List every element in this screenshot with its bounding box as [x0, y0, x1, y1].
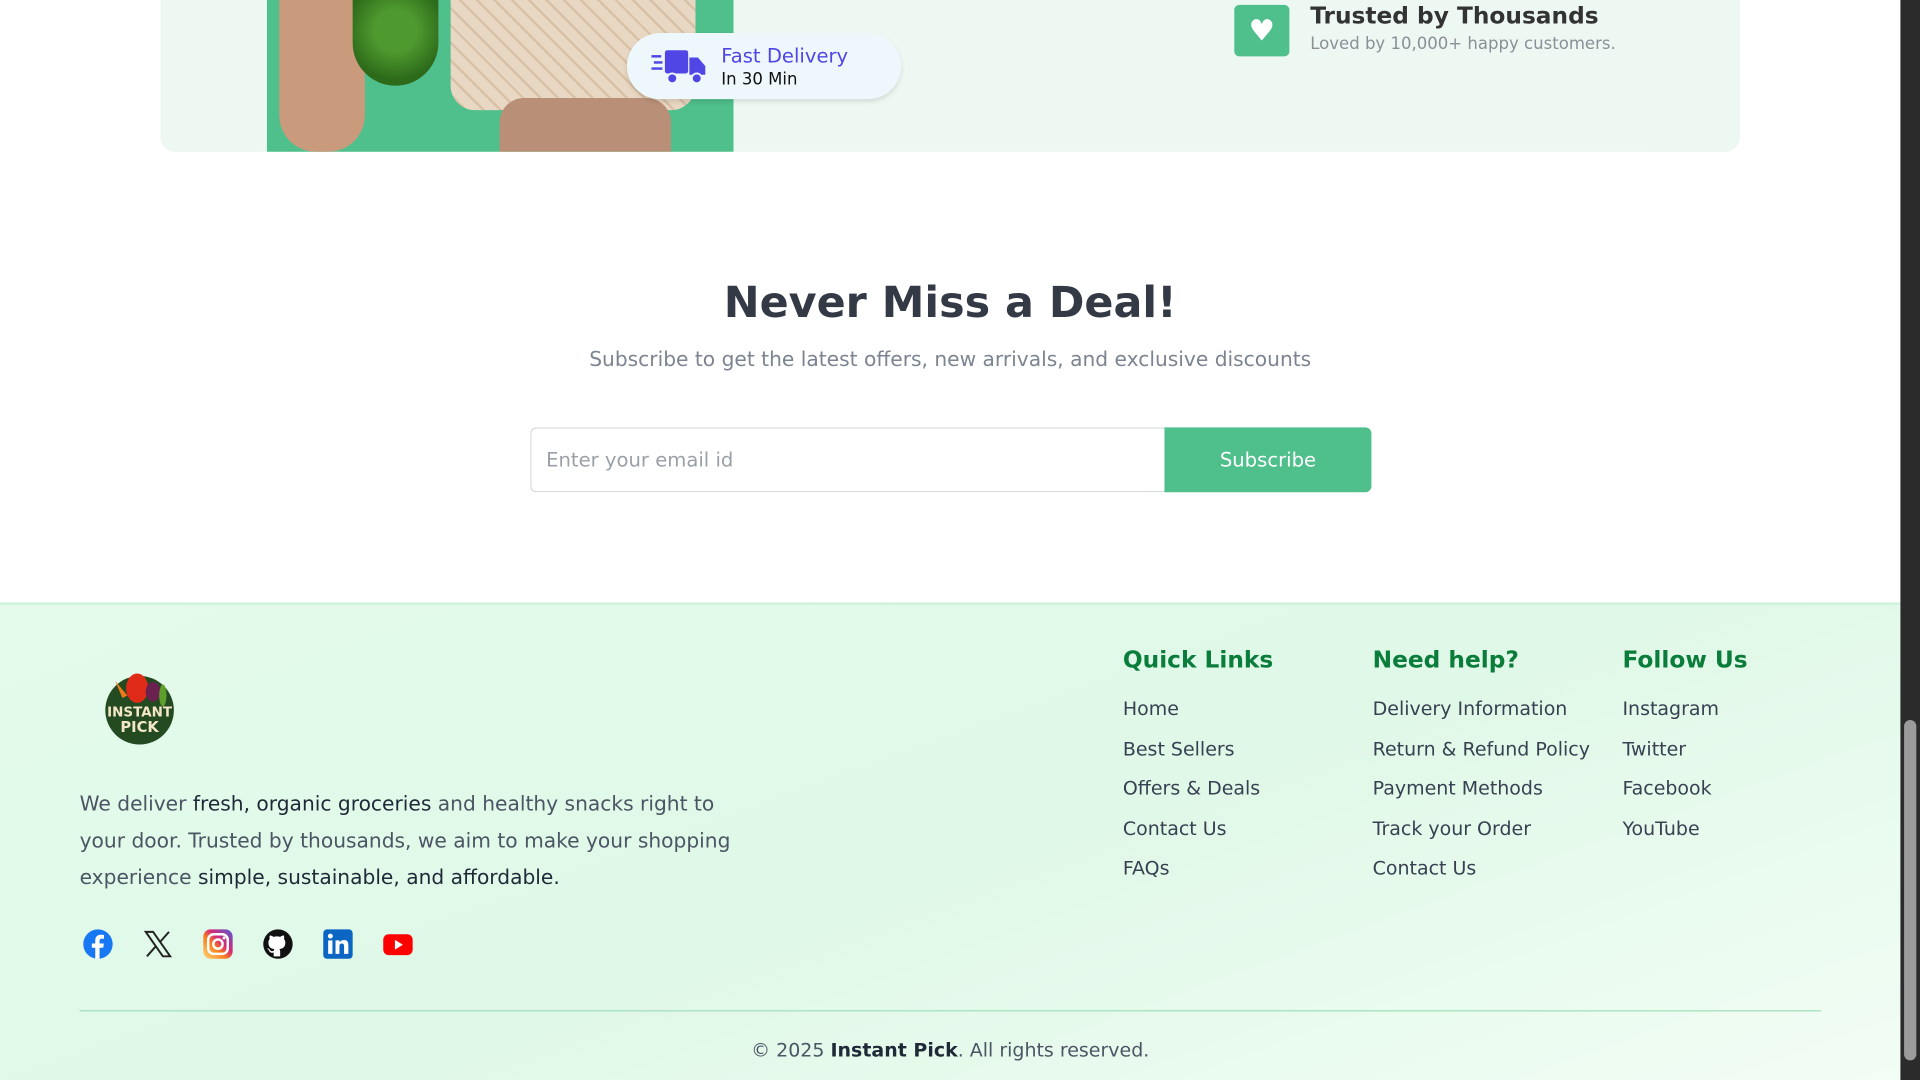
about-text: We deliver fresh, organic groceries and … — [80, 786, 741, 896]
footer-divider — [79, 1010, 1821, 1012]
email-input[interactable] — [530, 427, 1165, 493]
column-title: Quick Links — [1122, 646, 1274, 674]
column-title: Follow Us — [1622, 646, 1748, 674]
link-offers-deals[interactable]: Offers & Deals — [1123, 778, 1273, 801]
svg-text:PICK: PICK — [120, 719, 159, 736]
about-highlight: fresh, organic groceries — [192, 792, 432, 816]
features-banner: Fast Delivery In 30 Min ♥ Trusted by Tho… — [160, 0, 1740, 152]
logo-text: INSTANT — [107, 705, 173, 720]
subscribe-button[interactable]: Subscribe — [1164, 427, 1372, 493]
x-icon[interactable] — [142, 928, 174, 960]
hand-image — [499, 97, 672, 152]
truck-icon — [651, 50, 706, 85]
newsletter-subtitle: Subscribe to get the latest offers, new … — [589, 347, 1312, 372]
link-payment-methods[interactable]: Payment Methods — [1373, 778, 1590, 801]
link-twitter[interactable]: Twitter — [1622, 738, 1747, 761]
trust-title: Trusted by Thousands — [1310, 2, 1599, 30]
scrollbar-thumb[interactable] — [1904, 720, 1917, 1061]
github-icon[interactable] — [262, 928, 294, 960]
about-text-part: We deliver — [79, 792, 193, 816]
scrollbar[interactable] — [1900, 0, 1920, 1080]
newsletter-title: Never Miss a Deal! — [723, 279, 1177, 329]
need-help-column: Need help? Delivery Information Return &… — [1373, 647, 1590, 897]
copyright: © 2025 Instant Pick. All rights reserved… — [0, 1040, 1900, 1062]
link-facebook[interactable]: Facebook — [1622, 778, 1747, 801]
heart-icon: ♥ — [1234, 4, 1290, 57]
link-return-refund-policy[interactable]: Return & Refund Policy — [1373, 738, 1590, 761]
greens-image — [352, 0, 439, 86]
copyright-suffix: . All rights reserved. — [957, 1039, 1150, 1062]
footer: INSTANT PICK We deliver fresh, organic g… — [0, 602, 1901, 1080]
fast-delivery-badge: Fast Delivery In 30 Min — [626, 33, 902, 100]
facebook-icon[interactable] — [82, 928, 114, 960]
trust-subtitle: Loved by 10,000+ happy customers. — [1310, 34, 1616, 54]
page: Fast Delivery In 30 Min ♥ Trusted by Tho… — [0, 0, 1920, 1080]
instagram-icon[interactable] — [202, 928, 234, 960]
link-contact-us-help[interactable]: Contact Us — [1373, 857, 1590, 880]
follow-us-column: Follow Us Instagram Twitter Facebook You… — [1622, 647, 1747, 858]
link-home[interactable]: Home — [1123, 698, 1273, 721]
link-track-order[interactable]: Track your Order — [1373, 817, 1590, 840]
instant-pick-logo[interactable]: INSTANT PICK — [96, 659, 184, 747]
about-highlight: simple, sustainable, and affordable. — [198, 865, 560, 889]
link-instagram[interactable]: Instagram — [1622, 698, 1747, 721]
quick-links-column: Quick Links Home Best Sellers Offers & D… — [1123, 647, 1273, 897]
link-contact-us[interactable]: Contact Us — [1123, 817, 1273, 840]
link-faqs[interactable]: FAQs — [1123, 857, 1273, 880]
fast-delivery-subtitle: In 30 Min — [721, 69, 798, 90]
link-delivery-information[interactable]: Delivery Information — [1373, 698, 1590, 721]
link-best-sellers[interactable]: Best Sellers — [1123, 738, 1273, 761]
copyright-brand: Instant Pick — [830, 1039, 958, 1062]
fast-delivery-title: Fast Delivery — [721, 44, 849, 68]
column-title: Need help? — [1372, 646, 1519, 674]
youtube-icon[interactable] — [382, 928, 414, 960]
linkedin-icon[interactable] — [322, 928, 354, 960]
copyright-prefix: © 2025 — [751, 1039, 831, 1062]
link-youtube[interactable]: YouTube — [1622, 817, 1747, 840]
